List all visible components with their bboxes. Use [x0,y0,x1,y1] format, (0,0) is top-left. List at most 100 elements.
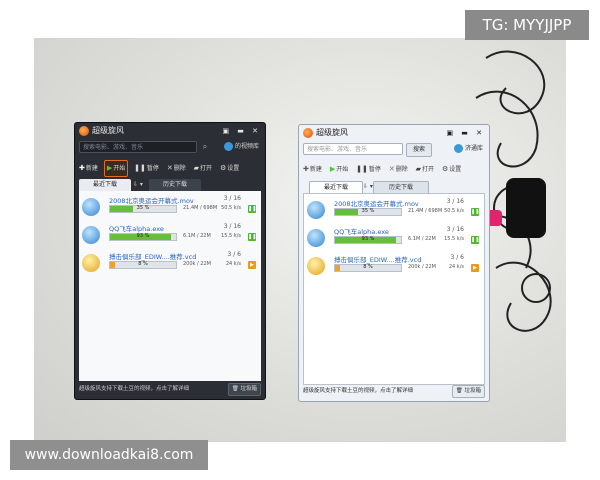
pause-icon: ❚❚ [356,165,368,173]
globe-icon [223,142,233,151]
progress-bar: 93 % [334,236,402,244]
search-button[interactable]: 搜索 [406,143,432,157]
title-bar[interactable]: 超级旋风 ▣ ▬ ✕ [75,123,265,139]
window-controls[interactable]: ▣ ▬ ✕ [446,125,485,141]
tab-history-downloads[interactable]: 历史下载 [149,179,201,191]
download-speed: 24 k/s [225,261,241,267]
settings-button[interactable]: ⚙设置 [218,161,241,176]
new-label: 新建 [85,165,98,172]
download-row[interactable]: 2008北京奥运会开幕式.mov 3 / 16 35 % 21.4M / 698… [304,196,484,224]
download-row[interactable]: 搏击俱乐部_EDIW....推荐.vcd 3 / 6 8 % 200k / 22… [79,249,261,277]
file-name[interactable]: QQ飞车alpha.exe [109,223,164,233]
play-icon[interactable]: ▶ [248,261,256,269]
download-speed: 50.5 k/s [444,208,464,214]
part-count: 3 / 16 [446,198,464,205]
pause-icon[interactable]: ❚❚ [471,236,479,244]
file-size: 21.4M / 698M [408,208,443,214]
pause-icon[interactable]: ❚❚ [471,208,479,216]
search-icon[interactable]: ⌕ [198,141,212,153]
download-speed: 15.5 k/s [444,236,464,242]
download-row[interactable]: 搏击俱乐部_EDIW....推荐.vcd 3 / 6 8 % 200k / 22… [304,252,484,280]
new-button[interactable]: ✚新建 [77,161,100,176]
toolbar: ✚新建 ▶开始 ❚❚暂停 ✕删除 ▰打开 ⚙设置 [301,162,487,176]
play-icon[interactable]: ▶ [471,264,479,272]
tab-bar: 最近下载 ⇩ ▾ 历史下载 [303,181,485,194]
search-input[interactable]: 搜索电影、游戏、音乐 [79,141,197,153]
title-bar[interactable]: 超级旋风 ▣ ▬ ✕ [299,125,489,141]
new-button[interactable]: ✚新建 [301,162,324,177]
start-label: 开始 [336,166,349,173]
tab-recent-downloads[interactable]: 最近下载 [79,179,131,191]
app-title: 超级旋风 [92,126,124,135]
recycle-bin-label: 垃圾箱 [240,386,257,392]
trash-icon: 🗑 [455,388,463,394]
file-name[interactable]: QQ飞车alpha.exe [334,226,389,236]
progress-text: 93 % [361,236,375,242]
download-speed: 50.5 k/s [221,205,241,211]
file-size: 21.4M / 698M [183,205,218,211]
video-library-link[interactable]: 的视频库 [223,140,259,154]
recycle-bin-button[interactable]: 🗑 垃圾箱 [451,385,485,398]
open-button[interactable]: ▰打开 [414,162,436,177]
settings-button[interactable]: ⚙设置 [440,162,463,177]
pause-button[interactable]: ❚❚暂停 [132,161,161,176]
pause-button[interactable]: ❚❚暂停 [354,162,383,177]
settings-label: 设置 [449,166,462,173]
video-file-icon [307,201,325,219]
download-speed: 15.5 k/s [221,233,241,239]
open-label: 打开 [200,165,213,172]
file-size: 200k / 22M [408,264,436,270]
window-controls[interactable]: ▣ ▬ ✕ [222,123,261,139]
progress-bar: 35 % [334,208,402,216]
progress-bar: 35 % [109,205,177,213]
download-row[interactable]: QQ飞车alpha.exe 3 / 16 93 % 6.1M / 22M 15.… [304,224,484,252]
delete-button[interactable]: ✕删除 [387,162,410,177]
open-button[interactable]: ▰打开 [192,161,214,176]
download-row[interactable]: 2008北京奥运会开幕式.mov 3 / 16 35 % 21.4M / 698… [79,193,261,221]
part-count: 3 / 6 [227,251,241,258]
app-logo-icon [79,126,89,136]
delete-button[interactable]: ✕删除 [165,161,188,176]
toolbar: ✚新建 ▶开始 ❚❚暂停 ✕删除 ▰打开 ⚙设置 [77,160,263,177]
site-watermark: www.downloadkai8.com [10,440,208,470]
exe-file-icon [82,226,100,244]
plus-icon: ✚ [79,164,85,172]
video-library-label: 的视频库 [234,143,259,150]
progress-bar: 8 % [109,261,177,269]
status-bar: 超级旋风支持下载土豆的视频，点击了解详细 🗑 垃圾箱 [79,382,261,396]
pause-label: 暂停 [368,166,381,173]
download-list: 2008北京奥运会开幕式.mov 3 / 16 35 % 21.4M / 698… [303,193,485,385]
status-text[interactable]: 超级旋风支持下载土豆的视频，点击了解详细 [79,386,189,392]
part-count: 3 / 16 [446,226,464,233]
start-button[interactable]: ▶开始 [103,160,129,177]
pause-label: 暂停 [146,165,159,172]
file-name[interactable]: 搏击俱乐部_EDIW....推荐.vcd [109,251,196,261]
part-count: 3 / 16 [223,223,241,230]
status-text[interactable]: 超级旋风支持下载土豆的视频，点击了解详细 [303,388,413,394]
start-button[interactable]: ▶开始 [328,162,350,177]
recycle-bin-button[interactable]: 🗑 垃圾箱 [227,383,261,396]
app-title: 超级旋风 [316,128,348,137]
file-name[interactable]: 2008北京奥运会开幕式.mov [109,195,194,205]
video-file-icon [82,198,100,216]
light-skin-window: 超级旋风 ▣ ▬ ✕ 搜索电影、游戏、音乐 搜索 济通库 ✚新建 ▶开始 ❚❚暂… [298,124,490,402]
status-bar: 超级旋风支持下载土豆的视频，点击了解详细 🗑 垃圾箱 [303,384,485,398]
search-row: 搜索电影、游戏、音乐 ⌕ 的视频库 [79,141,261,155]
download-row[interactable]: QQ飞车alpha.exe 3 / 16 93 % 6.1M / 22M 15.… [79,221,261,249]
progress-bar: 8 % [334,264,402,272]
file-name[interactable]: 搏击俱乐部_EDIW....推荐.vcd [334,254,421,264]
part-count: 3 / 6 [450,254,464,261]
video-library-link[interactable]: 济通库 [453,142,483,156]
recycle-bin-label: 垃圾箱 [464,388,481,394]
tab-dropdown-icon[interactable]: ⇩ ▾ [363,181,373,193]
open-label: 打开 [422,166,435,173]
search-input[interactable]: 搜索电影、游戏、音乐 [303,143,403,155]
file-name[interactable]: 2008北京奥运会开幕式.mov [334,198,419,208]
pause-icon[interactable]: ❚❚ [248,233,256,241]
tg-watermark: TG: MYYJJPP [465,10,589,40]
globe-icon [453,144,463,153]
folder-icon: ▰ [415,165,422,173]
play-icon: ▶ [106,164,113,172]
tab-dropdown-icon[interactable]: ⇩ ▾ [133,179,143,191]
pause-icon[interactable]: ❚❚ [248,205,256,213]
